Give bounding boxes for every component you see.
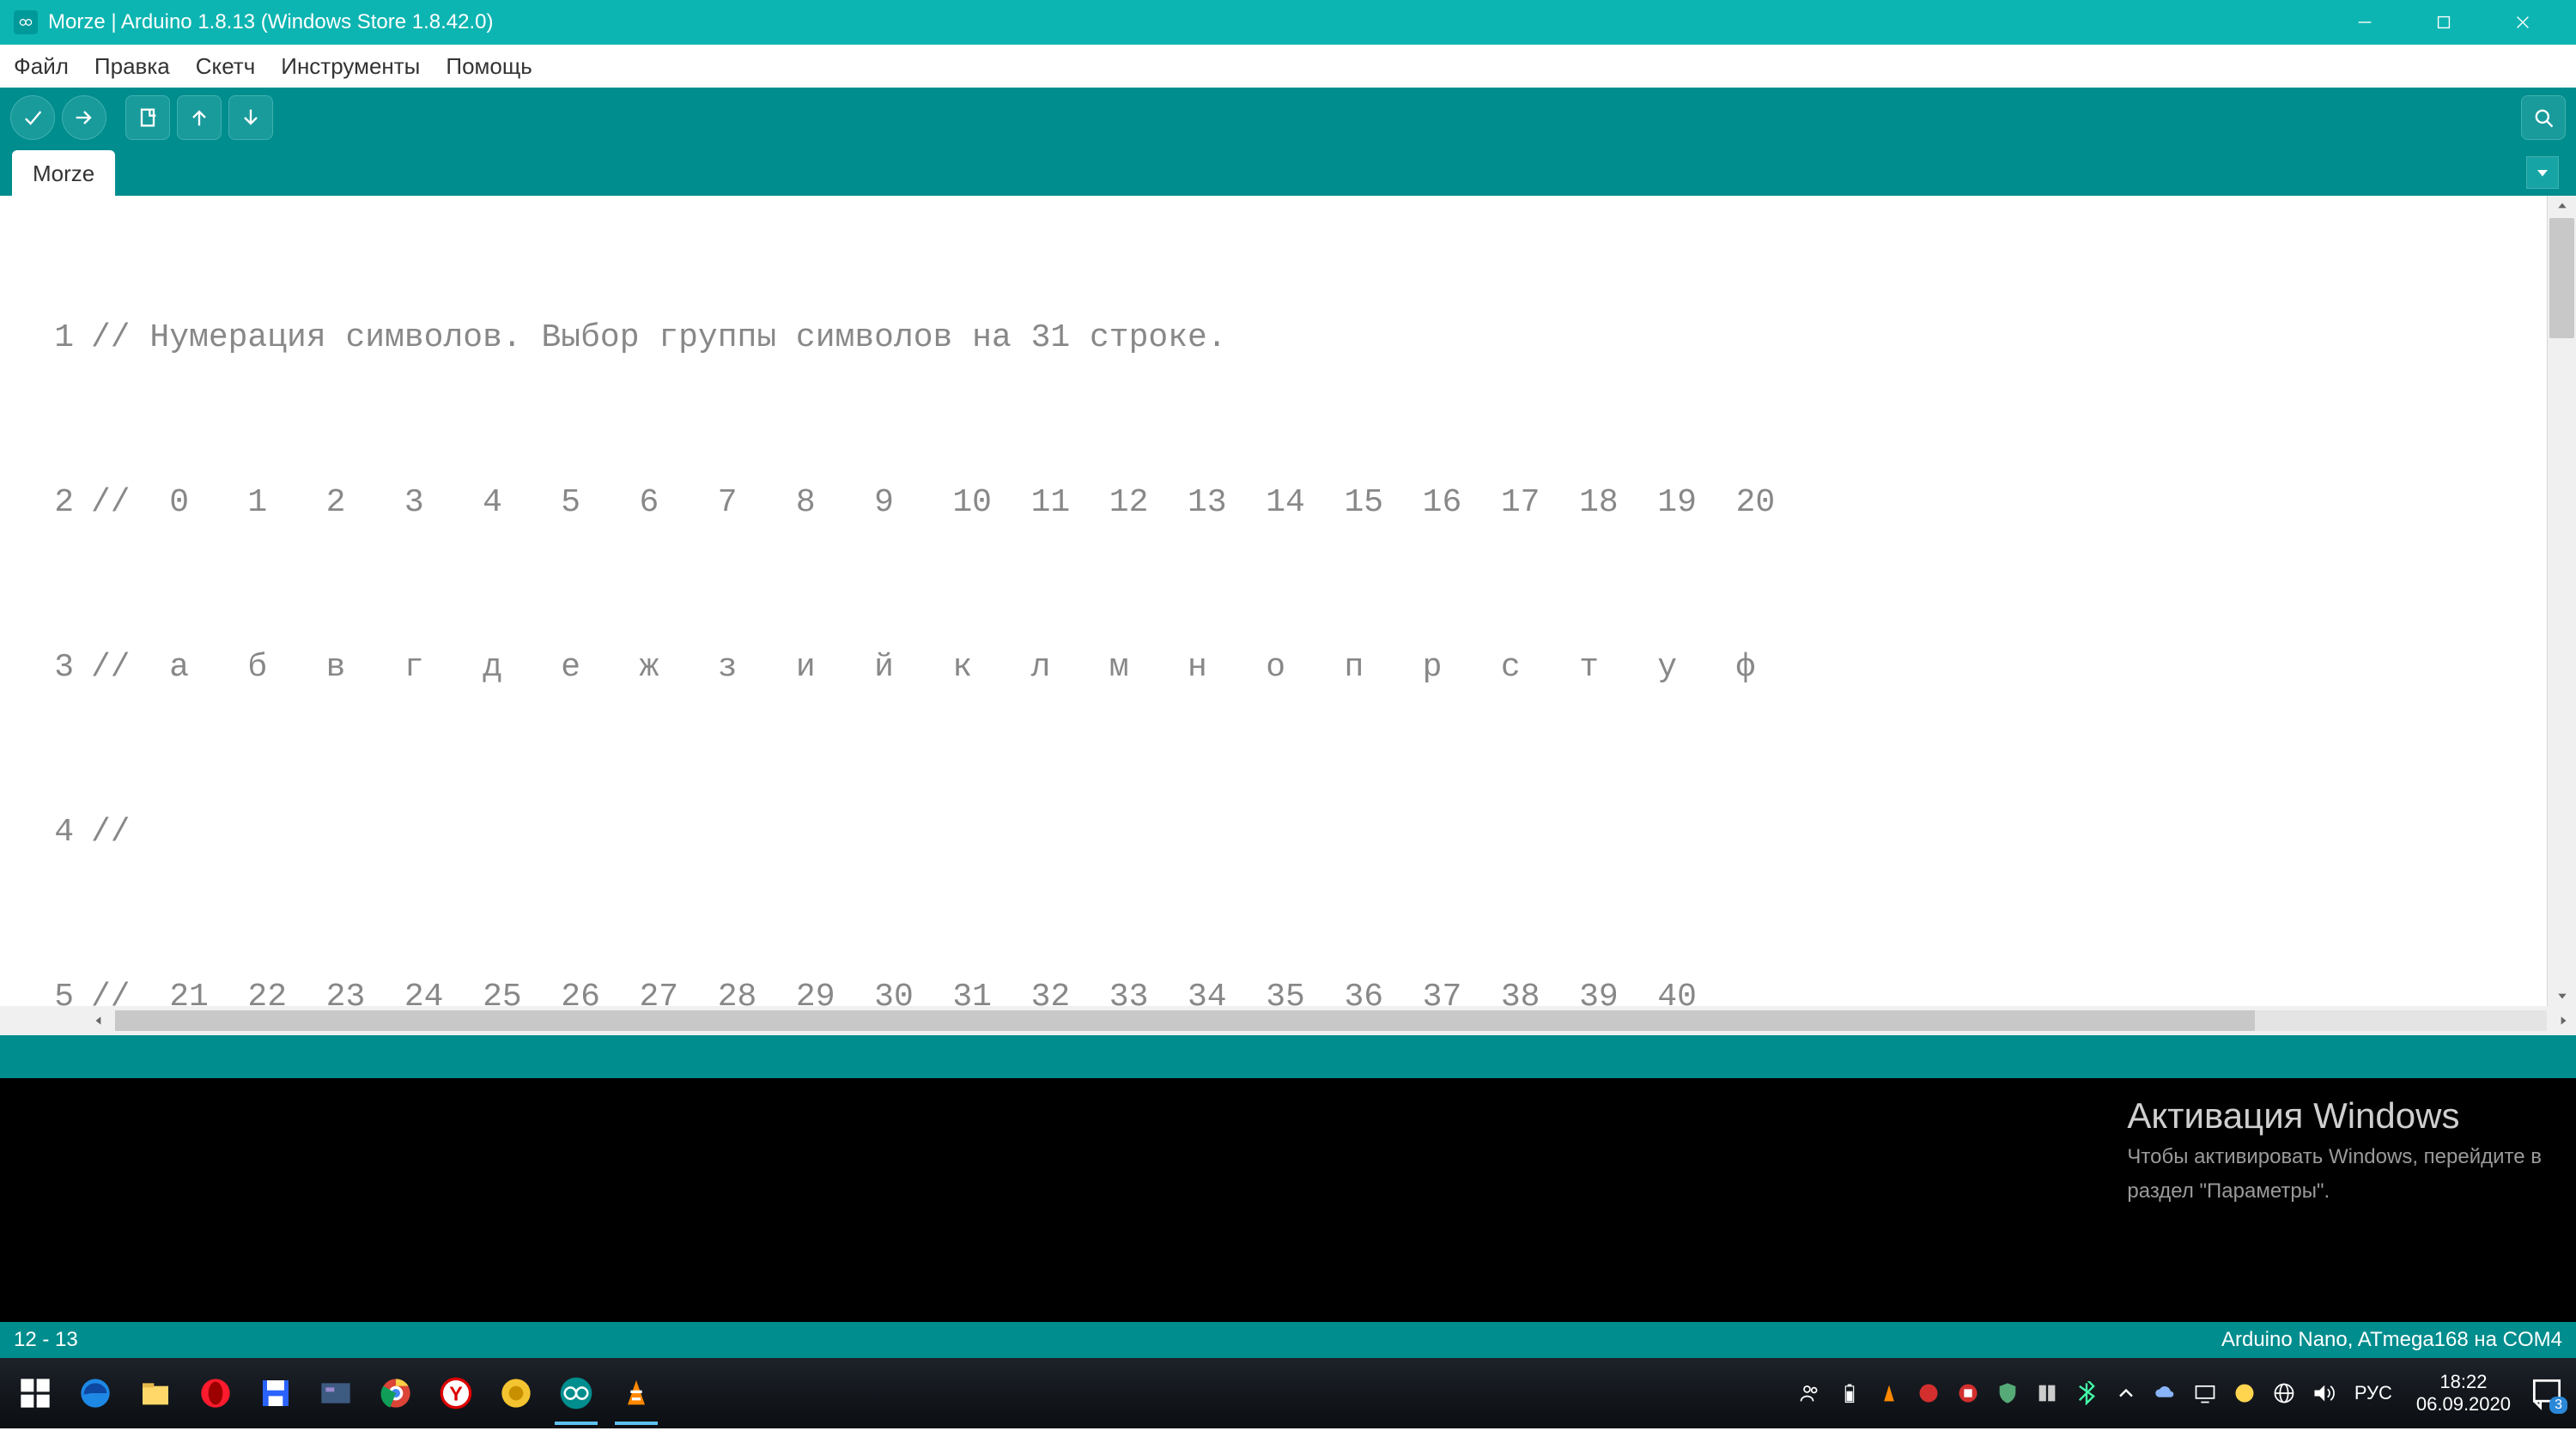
tray-shield-icon[interactable] [1992,1378,2023,1409]
tray-clock[interactable]: 18:2206.09.2020 [2416,1371,2511,1416]
menu-help[interactable]: Помощь [437,50,540,83]
tray-language[interactable]: РУС [2354,1382,2392,1404]
svg-text:Y: Y [449,1382,463,1404]
board-info: Arduino Nano, ATmega168 на COM4 [2221,1328,2562,1352]
line-number: 5 [0,970,86,1006]
tab-menu-button[interactable] [2526,156,2559,189]
hscroll-thumb[interactable] [115,1010,2255,1031]
serial-monitor-button[interactable] [2521,95,2566,140]
line-number: 3 [0,640,86,695]
taskbar-save-icon[interactable] [251,1368,301,1418]
maximize-button[interactable] [2404,0,2483,45]
window-title: Morze | Arduino 1.8.13 (Windows Store 1.… [48,10,494,34]
tray-onedrive-icon[interactable] [2150,1378,2181,1409]
menu-edit[interactable]: Правка [86,50,179,83]
menu-tools[interactable]: Инструменты [272,50,428,83]
minimize-button[interactable] [2325,0,2404,45]
scroll-up-icon[interactable] [2548,196,2576,216]
taskbar-app-1[interactable] [311,1368,361,1418]
tray-chevron-up-icon[interactable] [2111,1378,2142,1409]
open-button[interactable] [177,95,222,140]
taskbar-chrome[interactable] [371,1368,421,1418]
menu-bar: Файл Правка Скетч Инструменты Помощь [0,45,2576,88]
editor-area: 1// Нумерация символов. Выбор группы сим… [0,196,2576,1006]
scroll-thumb[interactable] [2549,218,2574,338]
tray-app-icon[interactable] [2032,1378,2063,1409]
taskbar-vlc[interactable] [611,1368,661,1418]
status-bar: 12 - 13 Arduino Nano, ATmega168 на COM4 [0,1322,2576,1358]
line-number: 1 [0,311,86,366]
tray-network-icon[interactable] [2269,1378,2300,1409]
cursor-position: 12 - 13 [14,1328,2221,1352]
tray-stop-icon[interactable] [1953,1378,1984,1409]
scroll-right-icon[interactable] [2552,1009,2574,1032]
upload-button[interactable] [62,95,106,140]
taskbar-edge[interactable] [70,1368,120,1418]
horizontal-scrollbar[interactable] [0,1006,2576,1035]
tray-power-icon[interactable] [2229,1378,2260,1409]
message-strip [0,1035,2576,1078]
output-console[interactable]: Активация Windows Чтобы активировать Win… [0,1078,2576,1322]
start-button[interactable] [10,1368,60,1418]
save-button[interactable] [228,95,273,140]
scroll-left-icon[interactable] [88,1009,110,1032]
verify-button[interactable] [10,95,55,140]
titlebar: Morze | Arduino 1.8.13 (Windows Store 1.… [0,0,2576,45]
new-button[interactable] [125,95,170,140]
tray-people-icon[interactable] [1795,1378,1826,1409]
close-button[interactable] [2483,0,2562,45]
menu-file[interactable]: Файл [5,50,77,83]
arduino-app-icon [14,10,38,34]
tray-vlc-icon[interactable] [1874,1378,1905,1409]
tab-bar: Morze [0,148,2576,196]
taskbar-app-2[interactable] [491,1368,541,1418]
tray-battery-icon[interactable] [1834,1378,1865,1409]
taskbar-explorer[interactable] [131,1368,180,1418]
scroll-down-icon[interactable] [2548,985,2576,1006]
line-number: 4 [0,805,86,860]
tray-notifications-icon[interactable]: 3 [2528,1374,2566,1412]
taskbar-opera[interactable] [191,1368,240,1418]
tray-bluetooth-icon[interactable] [2071,1378,2102,1409]
toolbar [0,88,2576,148]
windows-activation-watermark: Активация Windows Чтобы активировать Win… [2127,1099,2542,1209]
vertical-scrollbar[interactable] [2547,196,2576,1006]
code-editor[interactable]: 1// Нумерация символов. Выбор группы сим… [0,196,2547,1006]
windows-taskbar: Y РУС 18:2206.09.2020 3 [0,1358,2576,1428]
taskbar-yandex[interactable]: Y [431,1368,481,1418]
tray-volume-icon[interactable] [2308,1378,2339,1409]
tab-morze[interactable]: Morze [12,150,115,196]
tray-monitor-icon[interactable] [2190,1378,2221,1409]
taskbar-arduino[interactable] [551,1368,601,1418]
line-number: 2 [0,476,86,530]
tray-record-icon[interactable] [1913,1378,1944,1409]
system-tray: РУС 18:2206.09.2020 3 [1795,1371,2571,1416]
menu-sketch[interactable]: Скетч [187,50,264,83]
